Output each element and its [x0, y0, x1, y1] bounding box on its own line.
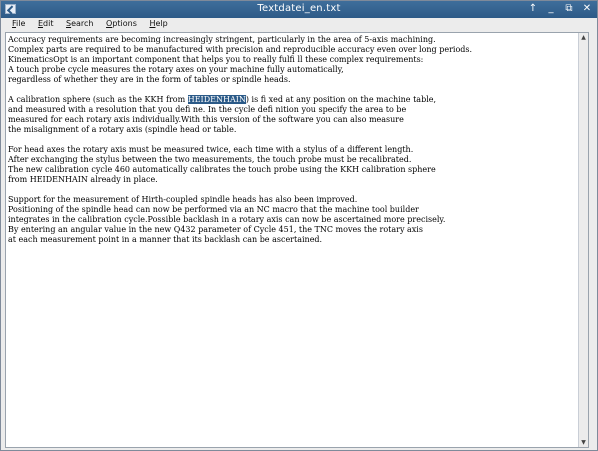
text-line: at each measurement point in a manner th…: [8, 235, 323, 244]
text-line: By entering an angular value in the new …: [8, 225, 423, 234]
text-line: Accuracy requirements are becoming incre…: [8, 35, 436, 44]
menu-bar: File Edit Search Options Help: [1, 18, 597, 32]
menu-file[interactable]: File: [7, 18, 30, 28]
text-line: the misalignment of a rotary axis (spind…: [8, 125, 237, 134]
text-line: A calibration sphere (such as the KKH fr…: [8, 95, 574, 105]
text-line: [8, 85, 574, 95]
text-line: A touch probe cycle measures the rotary …: [8, 65, 344, 74]
text-content[interactable]: Accuracy requirements are becoming incre…: [8, 35, 574, 245]
text-line: and measured with a resolution that you …: [8, 105, 407, 114]
text-line: measured for each rotary axis individual…: [8, 115, 404, 124]
window-controls: ↑ _ ⧉ ✕: [527, 2, 593, 16]
scroll-up-icon[interactable]: ▲: [579, 33, 588, 42]
text-line: integrates in the calibration cycle.Poss…: [8, 215, 446, 224]
text-line: Support for the measurement of Hirth-cou…: [8, 195, 358, 204]
menu-help[interactable]: Help: [144, 18, 172, 28]
text-line: KinematicsOpt is an important component …: [8, 55, 424, 64]
text-line: Positioning of the spindle head can now …: [8, 205, 419, 214]
arrow-up-icon[interactable]: ↑: [527, 2, 539, 16]
text-line: After exchanging the stylus between the …: [8, 155, 412, 164]
text-line: The new calibration cycle 460 automatica…: [8, 165, 436, 174]
text-segment: ) is fi xed at any position on the machi…: [245, 95, 437, 104]
menu-search[interactable]: Search: [61, 18, 98, 28]
menu-edit[interactable]: Edit: [33, 18, 59, 28]
selected-text[interactable]: HEIDENHAIN: [187, 95, 246, 104]
text-line: [8, 135, 574, 145]
title-bar[interactable]: Textdatei_en.txt ↑ _ ⧉ ✕: [1, 1, 597, 18]
minimize-icon[interactable]: _: [545, 2, 557, 16]
close-icon[interactable]: ✕: [581, 2, 593, 16]
window-title: Textdatei_en.txt: [257, 3, 341, 14]
vertical-scrollbar[interactable]: ▲ ▼: [578, 33, 588, 447]
text-line: For head axes the rotary axis must be me…: [8, 145, 414, 154]
text-segment: A calibration sphere (such as the KKH fr…: [8, 95, 188, 104]
text-line: [8, 185, 574, 195]
text-line: from HEIDENHAIN already in place.: [8, 175, 158, 184]
text-line: Complex parts are required to be manufac…: [8, 45, 473, 54]
text-line: regardless of whether they are in the fo…: [8, 75, 291, 84]
menu-options[interactable]: Options: [101, 18, 142, 28]
restore-icon[interactable]: ⧉: [563, 2, 575, 16]
text-editor[interactable]: Accuracy requirements are becoming incre…: [5, 32, 589, 448]
scroll-down-icon[interactable]: ▼: [579, 438, 588, 447]
editor-window: Textdatei_en.txt ↑ _ ⧉ ✕ File Edit Searc…: [0, 0, 598, 451]
